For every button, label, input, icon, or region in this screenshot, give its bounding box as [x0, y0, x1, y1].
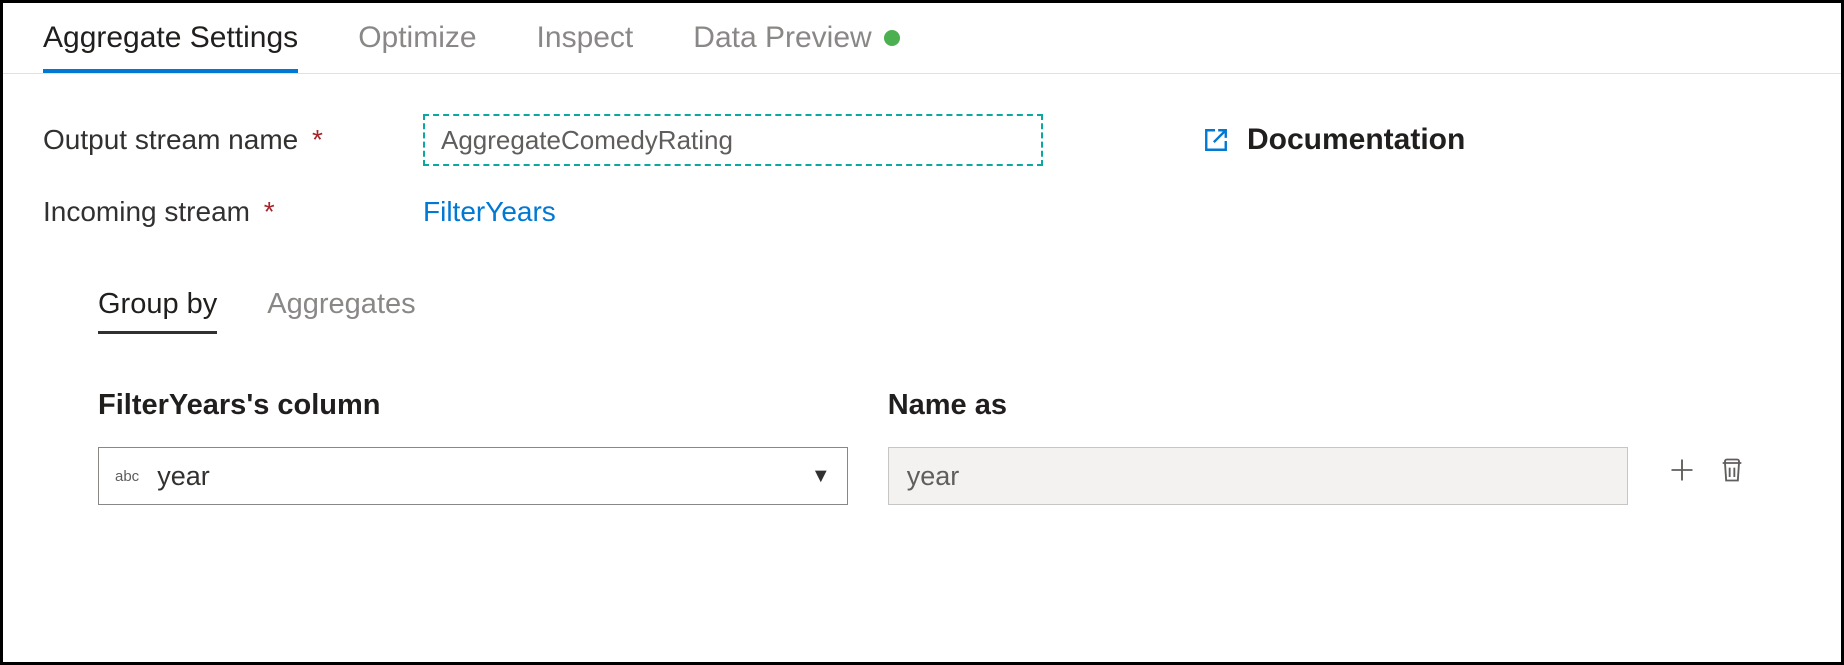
subtab-group-by[interactable]: Group by — [98, 288, 217, 334]
name-as-header: Name as — [888, 389, 1628, 422]
label-text: Incoming stream — [43, 196, 250, 227]
tab-data-preview[interactable]: Data Preview — [693, 21, 899, 73]
name-as-group: Name as year — [888, 389, 1628, 505]
required-asterisk: * — [312, 124, 323, 155]
documentation-link[interactable]: Documentation — [1203, 123, 1465, 157]
type-badge-icon: abc — [115, 468, 139, 485]
tab-label: Optimize — [358, 21, 476, 55]
row-actions — [1668, 447, 1746, 505]
sub-tabs: Group by Aggregates — [43, 258, 1801, 334]
tab-label: Aggregate Settings — [43, 21, 298, 55]
tab-inspect[interactable]: Inspect — [537, 21, 634, 73]
status-indicator-icon — [884, 30, 900, 46]
add-row-button[interactable] — [1668, 456, 1696, 484]
subtab-aggregates[interactable]: Aggregates — [267, 288, 415, 334]
name-as-value: year — [907, 461, 960, 492]
group-by-columns: FilterYears's column abc year ▼ Name as … — [43, 334, 1801, 505]
form-area: Output stream name * Documentation Incom… — [3, 74, 1841, 525]
output-stream-input[interactable] — [423, 114, 1043, 166]
column-header: FilterYears's column — [98, 389, 848, 422]
dropdown-value: year — [157, 461, 210, 492]
subtab-label: Group by — [98, 288, 217, 320]
output-stream-row: Output stream name * Documentation — [43, 114, 1801, 166]
documentation-label: Documentation — [1247, 123, 1465, 157]
incoming-stream-label: Incoming stream * — [43, 196, 423, 228]
tab-aggregate-settings[interactable]: Aggregate Settings — [43, 21, 298, 73]
subtab-label: Aggregates — [267, 288, 415, 320]
external-link-icon — [1203, 127, 1229, 153]
main-tabs: Aggregate Settings Optimize Inspect Data… — [3, 3, 1841, 74]
name-as-input[interactable]: year — [888, 447, 1628, 505]
delete-row-button[interactable] — [1718, 456, 1746, 484]
dropdown-content: abc year — [115, 461, 210, 492]
chevron-down-icon: ▼ — [811, 465, 831, 488]
column-dropdown[interactable]: abc year ▼ — [98, 447, 848, 505]
incoming-stream-value[interactable]: FilterYears — [423, 196, 556, 228]
tab-label: Inspect — [537, 21, 634, 55]
required-asterisk: * — [264, 196, 275, 227]
incoming-stream-row: Incoming stream * FilterYears — [43, 196, 1801, 228]
tab-optimize[interactable]: Optimize — [358, 21, 476, 73]
output-stream-label: Output stream name * — [43, 124, 423, 156]
tab-label: Data Preview — [693, 21, 871, 55]
column-select-group: FilterYears's column abc year ▼ — [98, 389, 848, 505]
label-text: Output stream name — [43, 124, 298, 155]
